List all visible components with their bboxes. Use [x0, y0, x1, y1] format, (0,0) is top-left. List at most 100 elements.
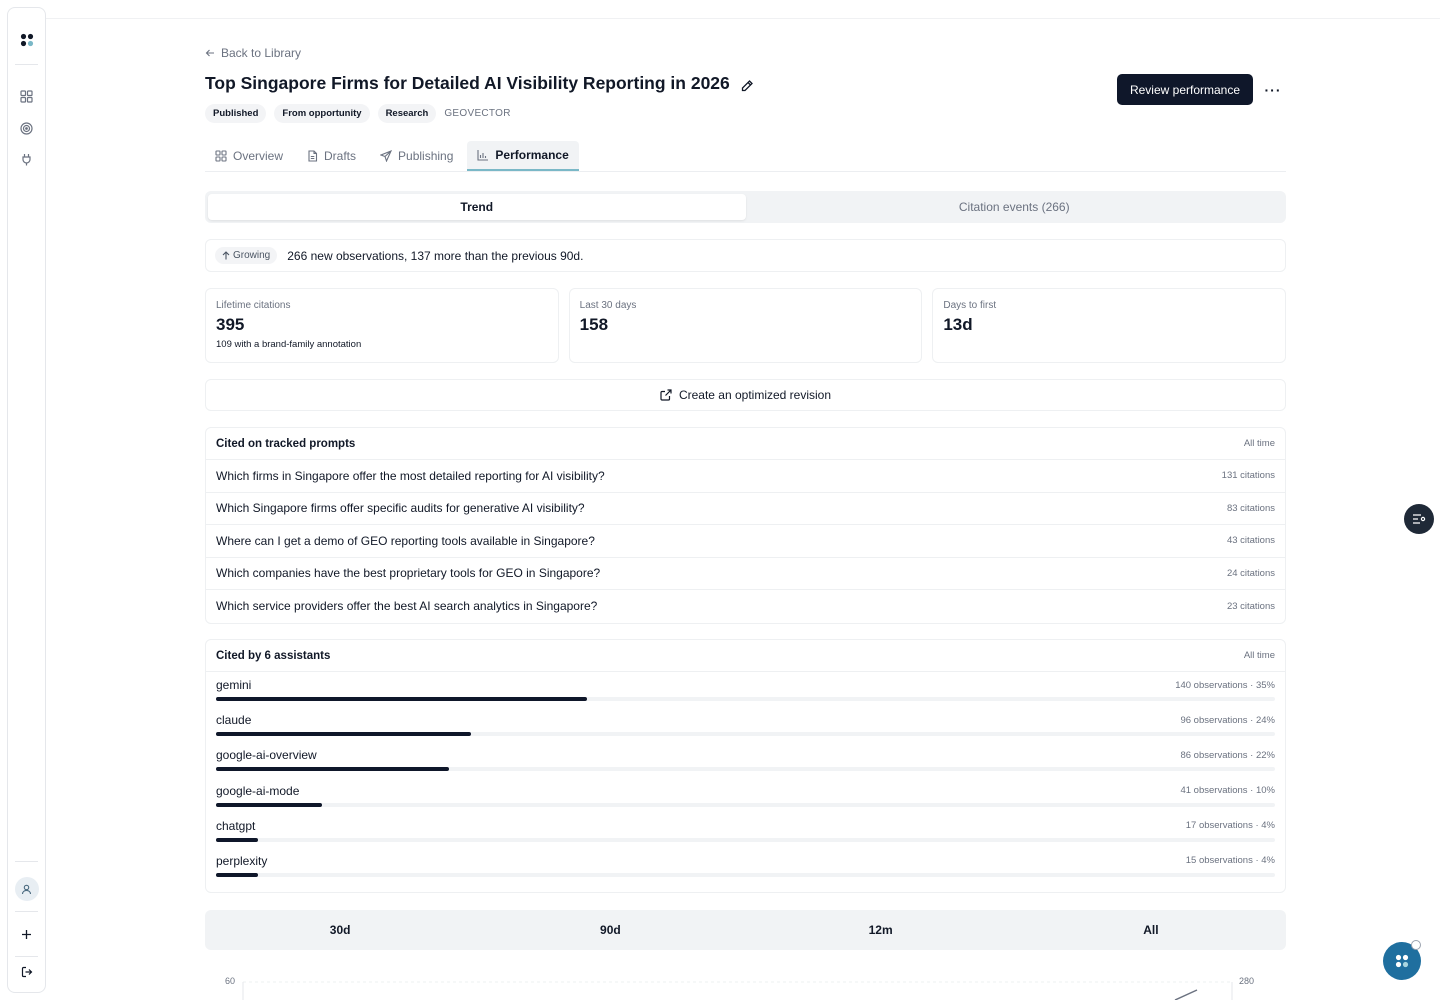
prompt-text: Which companies have the best proprietar…	[216, 566, 601, 581]
assistant-row: google-ai-mode 41 observations · 10%	[206, 778, 1285, 813]
assistant-name: perplexity	[216, 853, 268, 868]
assistant-row: claude 96 observations · 24%	[206, 707, 1285, 742]
page-title: Top Singapore Firms for Detailed AI Visi…	[205, 73, 754, 94]
tab-drafts-label: Drafts	[324, 149, 357, 163]
share-bar-fill	[216, 872, 258, 877]
sidebar-divider	[15, 64, 38, 65]
source-badge: From opportunity	[274, 104, 370, 123]
trend-toggle[interactable]: Trend	[208, 194, 746, 220]
tab-performance[interactable]: Performance	[467, 141, 579, 171]
tab-publishing-label: Publishing	[398, 149, 454, 163]
stat-subtext: 109 with a brand-family annotation	[216, 339, 362, 350]
stat-value: 158	[579, 315, 609, 334]
tab-drafts[interactable]: Drafts	[297, 141, 366, 171]
app-logo-icon	[1395, 954, 1409, 968]
target-icon[interactable]	[8, 117, 45, 139]
panel-title: Cited by 6 assistants	[216, 649, 331, 662]
chart-canvas	[242, 981, 1233, 1000]
range-90d[interactable]: 90d	[475, 910, 745, 950]
plug-icon[interactable]	[8, 148, 45, 170]
plus-icon[interactable]	[8, 923, 45, 945]
prompt-text: Which service providers offer the best A…	[216, 599, 598, 614]
prompt-text: Where can I get a demo of GEO reporting …	[216, 533, 595, 548]
share-bar-fill	[216, 732, 471, 737]
tab-publishing[interactable]: Publishing	[370, 141, 463, 171]
assistant-row-header: claude 96 observations · 24%	[216, 713, 1275, 727]
logout-icon[interactable]	[8, 961, 45, 983]
more-options-icon[interactable]: ···	[1263, 80, 1283, 100]
sidebar	[7, 7, 46, 993]
grid-icon[interactable]	[8, 85, 45, 107]
assistant-row-header: gemini 140 observations · 35%	[216, 678, 1275, 692]
assistant-row: gemini 140 observations · 35%	[206, 672, 1285, 707]
assistant-observations: 17 observations · 4%	[1185, 820, 1275, 832]
stat-value: 395	[216, 315, 245, 334]
stat-cards: Lifetime citations 395 109 with a brand-…	[205, 288, 1287, 363]
filter-list-icon	[1413, 514, 1426, 524]
range-30d[interactable]: 30d	[205, 910, 475, 950]
review-performance-button[interactable]: Review performance	[1117, 74, 1253, 105]
tag-list: Published From opportunity Research GEOV…	[205, 104, 511, 123]
assistant-observations: 96 observations · 24%	[1180, 714, 1275, 726]
pencil-icon[interactable]	[740, 79, 754, 93]
share-bar-track	[216, 767, 1275, 772]
tab-overview-label: Overview	[233, 149, 284, 163]
list-item[interactable]: Where can I get a demo of GEO reporting …	[206, 525, 1285, 558]
arrow-up-icon	[222, 251, 230, 260]
range-all[interactable]: All	[1016, 910, 1286, 950]
prompt-text: Which firms in Singapore offer the most …	[216, 468, 605, 483]
assistant-list: gemini 140 observations · 35% claude 96 obs…	[206, 672, 1285, 883]
assistant-row-header: google-ai-mode 41 observations · 10%	[216, 784, 1275, 798]
citation-events-toggle[interactable]: Citation events (266)	[746, 194, 1284, 220]
list-item[interactable]: Which companies have the best proprietar…	[206, 558, 1285, 590]
share-bar-fill	[216, 802, 322, 807]
user-icon[interactable]	[8, 877, 45, 901]
prompt-text: Which Singapore firms offer specific aud…	[216, 501, 585, 516]
list-item[interactable]: Which firms in Singapore offer the most …	[206, 460, 1285, 493]
tab-bar: Overview Drafts Publishing Performance	[205, 141, 1286, 172]
stat-card-days-to-first: Days to first 13d	[932, 288, 1287, 363]
create-revision-button[interactable]: Create an optimized revision	[205, 379, 1286, 411]
growth-text: 266 new observations, 137 more than the …	[287, 248, 584, 263]
share-bar-track	[216, 872, 1275, 877]
range-12m[interactable]: 12m	[746, 910, 1016, 950]
growth-badge-label: Growing	[233, 250, 271, 261]
citation-count: 24 citations	[1226, 567, 1275, 579]
trend-chart: 60 280	[205, 972, 1286, 1000]
tab-performance-label: Performance	[495, 148, 569, 162]
assistant-row: google-ai-overview 86 observations · 22%	[206, 742, 1285, 777]
assistant-name: chatgpt	[216, 818, 256, 833]
panel-range: All time	[1243, 650, 1275, 661]
assistant-observations: 140 observations · 35%	[1175, 679, 1275, 691]
panel-header: Cited on tracked prompts All time	[206, 428, 1285, 460]
sidebar-divider	[15, 911, 38, 912]
send-icon	[380, 150, 393, 162]
list-item[interactable]: Which service providers offer the best A…	[206, 590, 1285, 623]
stat-label: Days to first	[943, 300, 997, 311]
trend-line	[1174, 989, 1198, 1000]
list-item[interactable]: Which Singapore firms offer specific aud…	[206, 493, 1285, 525]
citation-count: 23 citations	[1226, 600, 1275, 612]
stat-card-lifetime: Lifetime citations 395 109 with a brand-…	[205, 288, 559, 363]
app-logo-icon[interactable]	[8, 29, 45, 51]
share-bar-track	[216, 732, 1275, 737]
type-badge: Research	[377, 104, 437, 123]
assistant-observations: 15 observations · 4%	[1185, 855, 1275, 867]
page-title-text: Top Singapore Firms for Detailed AI Visi…	[205, 73, 730, 93]
back-link[interactable]: Back to Library	[205, 46, 301, 60]
view-toggle: Trend Citation events (266)	[205, 191, 1286, 223]
status-badge: Published	[205, 104, 267, 123]
sidebar-divider	[15, 956, 38, 957]
panel-range: All time	[1243, 438, 1275, 449]
share-bar-fill	[216, 697, 587, 701]
external-link-icon	[660, 389, 672, 401]
stat-label: Last 30 days	[579, 300, 637, 311]
assistant-row-header: chatgpt 17 observations · 4%	[216, 819, 1275, 833]
tab-overview[interactable]: Overview	[205, 141, 293, 171]
assistant-name: claude	[216, 713, 252, 728]
back-label: Back to Library	[221, 46, 302, 60]
filter-list-button[interactable]	[1404, 504, 1434, 534]
citation-count: 131 citations	[1221, 470, 1275, 482]
stat-value: 13d	[943, 315, 973, 334]
share-bar-fill	[216, 767, 449, 772]
